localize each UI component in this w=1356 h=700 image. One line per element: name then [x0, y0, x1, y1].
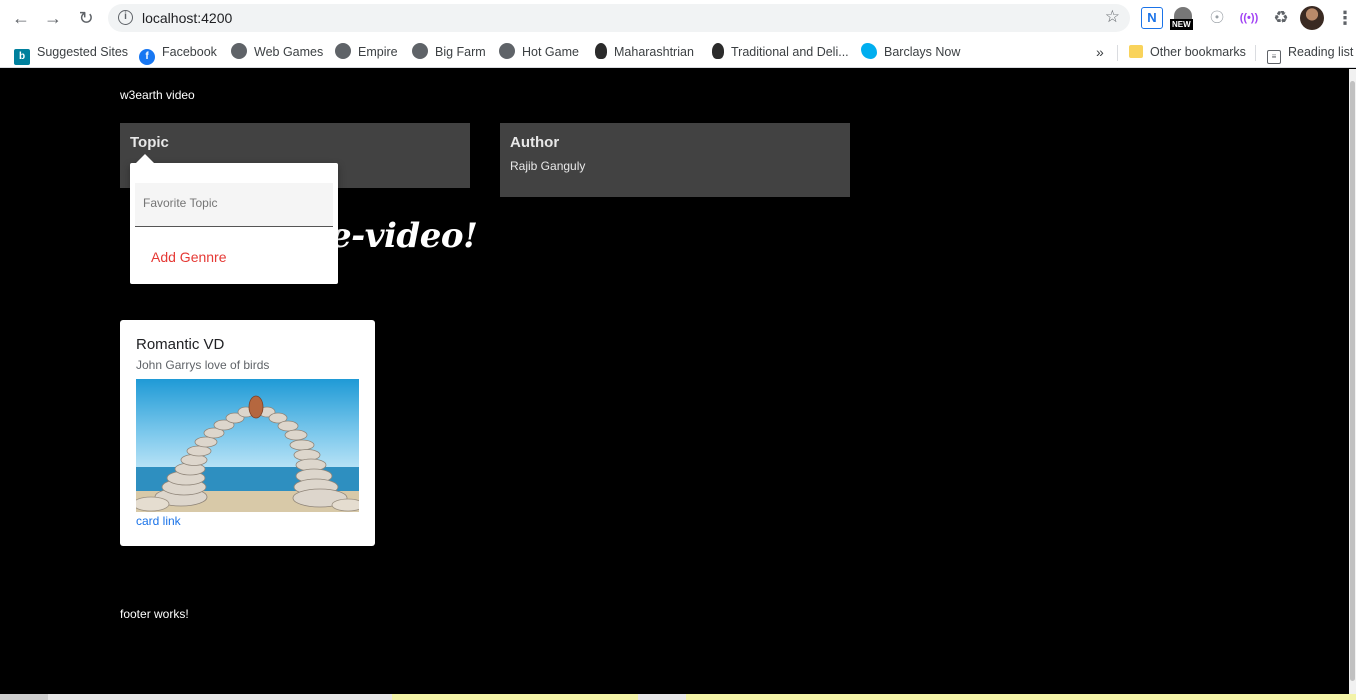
new-badge: NEW: [1170, 19, 1193, 30]
browser-toolbar: ← → ↻ i localhost:4200 ☆ N NEW ☉ ((•)) ♻…: [0, 0, 1356, 36]
profile-avatar[interactable]: [1300, 6, 1324, 30]
topic-panel-title: Topic: [130, 134, 169, 151]
add-genre-popover: Add Gennre: [130, 154, 338, 284]
bookmark-hot-game[interactable]: Hot Game: [499, 42, 579, 62]
bing-icon: b: [14, 49, 30, 65]
browser-menu-icon[interactable]: ⋮: [1336, 6, 1354, 30]
bottom-strip: [0, 694, 1356, 700]
favorite-topic-field[interactable]: [135, 183, 333, 227]
bookmark-label: Suggested Sites: [37, 45, 129, 59]
bookmark-label: Maharashtrian: [614, 45, 694, 59]
bookmark-label: Facebook: [162, 45, 217, 59]
facebook-icon: f: [139, 49, 155, 65]
globe-icon: [335, 43, 351, 59]
author-panel: Author Rajib Ganguly: [500, 123, 850, 197]
scrollbar-thumb[interactable]: [1350, 81, 1355, 681]
headline-visible-part: e-video!: [330, 216, 478, 256]
bookmark-label: Barclays Now: [884, 45, 961, 59]
n-extension-icon[interactable]: N: [1141, 7, 1163, 29]
bookmarks-bar: b Suggested Sites f Facebook Web Games Emp…: [0, 36, 1356, 68]
globe-icon: [412, 43, 428, 59]
reading-list[interactable]: ≡ Reading list: [1267, 42, 1354, 64]
stone-arch-image: [136, 379, 359, 512]
folder-icon: [1129, 45, 1143, 58]
bookmark-other-bookmarks[interactable]: Other bookmarks: [1129, 42, 1246, 62]
bookmark-label: Empire: [358, 45, 398, 59]
globe-icon: [499, 43, 515, 59]
globe-icon: [231, 43, 247, 59]
new-extension-icon[interactable]: NEW: [1170, 7, 1194, 30]
bookmark-star-icon[interactable]: ☆: [1105, 7, 1120, 27]
page-scrollbar[interactable]: [1349, 69, 1356, 695]
card-image: [136, 379, 359, 512]
reload-icon[interactable]: ↻: [74, 6, 98, 30]
bookmark-label: Hot Game: [522, 45, 579, 59]
bookmark-maharashtrian[interactable]: Maharashtrian: [595, 42, 694, 62]
reading-list-label: Reading list: [1288, 45, 1354, 59]
bookmark-empire[interactable]: Empire: [335, 42, 398, 62]
forward-arrow-icon[interactable]: →: [41, 6, 65, 30]
video-card: Romantic VD John Garrys love of birds ca…: [120, 320, 375, 546]
bookmark-label: Web Games: [254, 45, 324, 59]
bookmarks-overflow-icon[interactable]: »: [1096, 42, 1104, 62]
bookmark-traditional[interactable]: Traditional and Deli...: [712, 42, 849, 62]
bookmark-barclays-now[interactable]: Barclays Now: [861, 42, 960, 62]
bookmark-web-games[interactable]: Web Games: [231, 42, 323, 62]
url-text[interactable]: localhost:4200: [142, 10, 232, 26]
brand-title: w3earth video: [120, 88, 195, 102]
footer-text: footer works!: [120, 607, 189, 621]
bookmark-separator: [1117, 45, 1118, 61]
face-icon: [595, 43, 607, 59]
reading-list-icon: ≡: [1267, 50, 1281, 64]
popover-arrow: [136, 154, 154, 163]
bookmark-big-farm[interactable]: Big Farm: [412, 42, 486, 62]
site-info-icon[interactable]: i: [118, 10, 133, 25]
bookmark-label: Big Farm: [435, 45, 486, 59]
card-link[interactable]: card link: [136, 514, 181, 528]
shield-extension-icon[interactable]: ☉: [1206, 7, 1228, 29]
bookmark-suggested-sites[interactable]: b Suggested Sites: [14, 42, 129, 65]
bookmark-label: Other bookmarks: [1150, 45, 1246, 59]
author-name: Rajib Ganguly: [510, 159, 586, 173]
broadcast-extension-icon[interactable]: ((•)): [1238, 7, 1260, 29]
face-icon: [712, 43, 724, 59]
barclays-icon: [861, 43, 877, 59]
card-title: Romantic VD: [136, 336, 225, 353]
address-bar[interactable]: i localhost:4200 ☆: [108, 4, 1130, 32]
bookmark-label: Traditional and Deli...: [731, 45, 849, 59]
favorite-topic-input[interactable]: [143, 196, 323, 210]
bookmark-facebook[interactable]: f Facebook: [139, 42, 217, 65]
add-genre-button[interactable]: Add Gennre: [141, 245, 237, 269]
back-arrow-icon[interactable]: ←: [9, 6, 33, 30]
author-panel-title: Author: [510, 134, 560, 151]
extensions-puzzle-icon[interactable]: ♻: [1270, 7, 1292, 29]
card-subtitle: John Garrys love of birds: [136, 358, 270, 372]
bookmark-separator: [1255, 45, 1256, 61]
